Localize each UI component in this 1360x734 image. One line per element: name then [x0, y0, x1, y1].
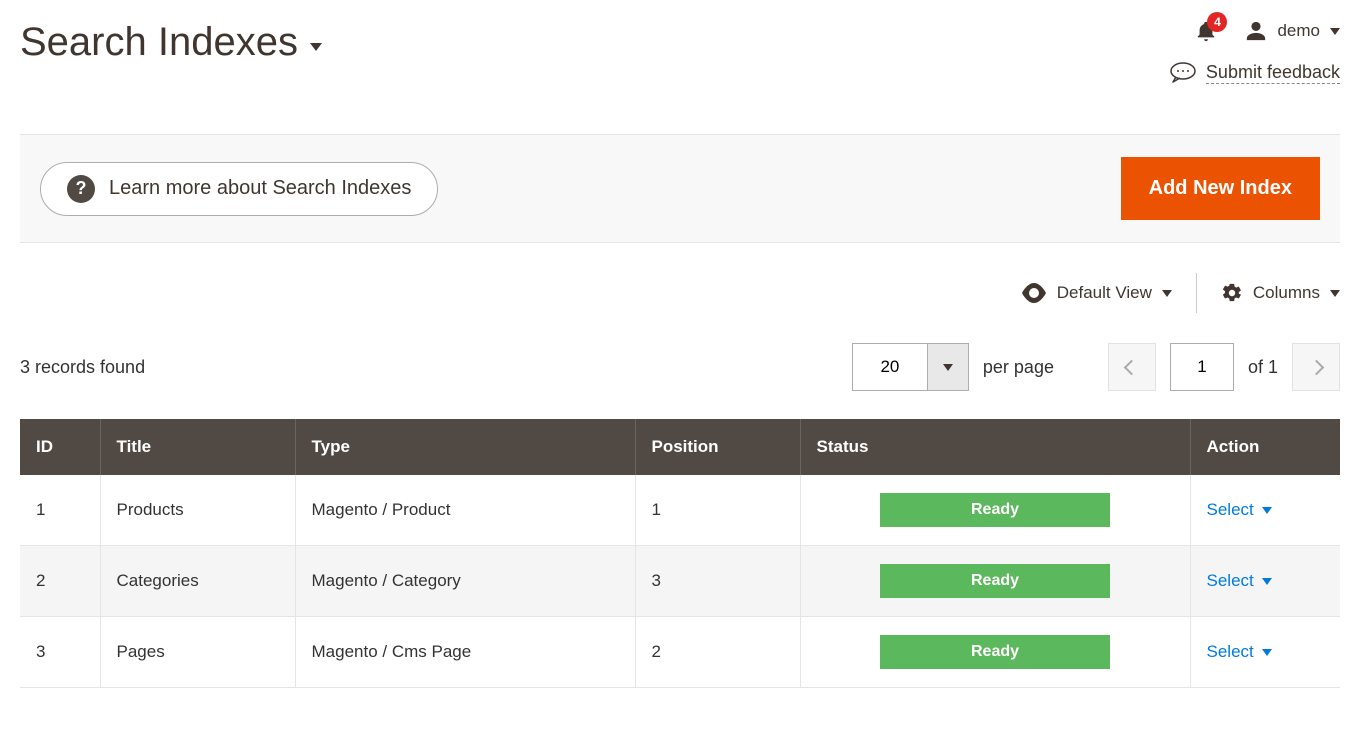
chat-icon	[1170, 62, 1196, 84]
user-name: demo	[1277, 21, 1320, 41]
caret-down-icon	[1330, 28, 1340, 35]
cell-position: 3	[635, 546, 800, 617]
cell-id: 2	[20, 546, 100, 617]
caret-down-icon	[1330, 290, 1340, 297]
caret-down-icon	[310, 43, 322, 51]
cell-id: 3	[20, 617, 100, 688]
total-pages-label: of 1	[1248, 357, 1278, 378]
caret-down-icon	[1262, 649, 1272, 656]
row-action-select[interactable]: Select	[1207, 500, 1325, 520]
col-header-id[interactable]: ID	[20, 419, 100, 475]
caret-down-icon	[1162, 290, 1172, 297]
row-action-select[interactable]: Select	[1207, 642, 1325, 662]
chevron-right-icon	[1308, 359, 1324, 375]
cell-status: Ready	[800, 546, 1190, 617]
learn-more-button[interactable]: ? Learn more about Search Indexes	[40, 162, 438, 216]
cell-title: Products	[100, 475, 295, 546]
columns-selector[interactable]: Columns	[1221, 282, 1340, 304]
status-badge: Ready	[880, 564, 1110, 598]
cell-id: 1	[20, 475, 100, 546]
col-header-status[interactable]: Status	[800, 419, 1190, 475]
table-row[interactable]: 1ProductsMagento / Product1ReadySelect	[20, 475, 1340, 546]
view-label: Default View	[1057, 283, 1152, 303]
col-header-position[interactable]: Position	[635, 419, 800, 475]
add-new-index-button[interactable]: Add New Index	[1121, 157, 1320, 220]
indexes-table: ID Title Type Position Status Action 1Pr…	[20, 419, 1340, 688]
cell-position: 2	[635, 617, 800, 688]
col-header-title[interactable]: Title	[100, 419, 295, 475]
gear-icon	[1221, 282, 1243, 304]
divider	[1196, 273, 1197, 313]
row-action-select[interactable]: Select	[1207, 571, 1325, 591]
feedback-label: Submit feedback	[1206, 62, 1340, 84]
status-badge: Ready	[880, 493, 1110, 527]
cell-action: Select	[1190, 475, 1340, 546]
help-icon: ?	[67, 175, 95, 203]
col-header-type[interactable]: Type	[295, 419, 635, 475]
prev-page-button[interactable]	[1108, 343, 1156, 391]
cell-status: Ready	[800, 617, 1190, 688]
cell-title: Pages	[100, 617, 295, 688]
cell-action: Select	[1190, 617, 1340, 688]
cell-type: Magento / Cms Page	[295, 617, 635, 688]
caret-down-icon	[1262, 507, 1272, 514]
per-page-dropdown[interactable]	[927, 343, 969, 391]
table-row[interactable]: 2CategoriesMagento / Category3 Ready Selec…	[20, 546, 1340, 617]
per-page-label: per page	[983, 357, 1054, 378]
status-badge: Ready	[880, 635, 1110, 669]
col-header-action[interactable]: Action	[1190, 419, 1340, 475]
next-page-button[interactable]	[1292, 343, 1340, 391]
current-page-input[interactable]	[1170, 343, 1234, 391]
view-selector[interactable]: Default View	[1021, 283, 1172, 303]
page-title-dropdown[interactable]: Search Indexes	[20, 20, 322, 65]
page-title: Search Indexes	[20, 20, 298, 65]
cell-status: Ready	[800, 475, 1190, 546]
submit-feedback-link[interactable]: Submit feedback	[1170, 62, 1340, 84]
caret-down-icon	[1262, 578, 1272, 585]
records-count: 3 records found	[20, 357, 145, 378]
cell-type: Magento / Product	[295, 475, 635, 546]
user-icon	[1245, 20, 1267, 42]
learn-more-label: Learn more about Search Indexes	[109, 177, 411, 200]
notifications-button[interactable]: 4	[1195, 20, 1217, 42]
chevron-left-icon	[1124, 359, 1140, 375]
cell-action: Select	[1190, 546, 1340, 617]
per-page-input[interactable]	[852, 343, 928, 391]
notification-badge: 4	[1207, 12, 1227, 32]
cell-position: 1	[635, 475, 800, 546]
caret-down-icon	[943, 364, 953, 371]
user-menu[interactable]: demo	[1245, 20, 1340, 42]
cell-type: Magento / Category	[295, 546, 635, 617]
cell-title: Categories	[100, 546, 295, 617]
eye-icon	[1021, 283, 1047, 303]
table-row[interactable]: 3PagesMagento / Cms Page2 Ready Select	[20, 617, 1340, 688]
columns-label: Columns	[1253, 283, 1320, 303]
